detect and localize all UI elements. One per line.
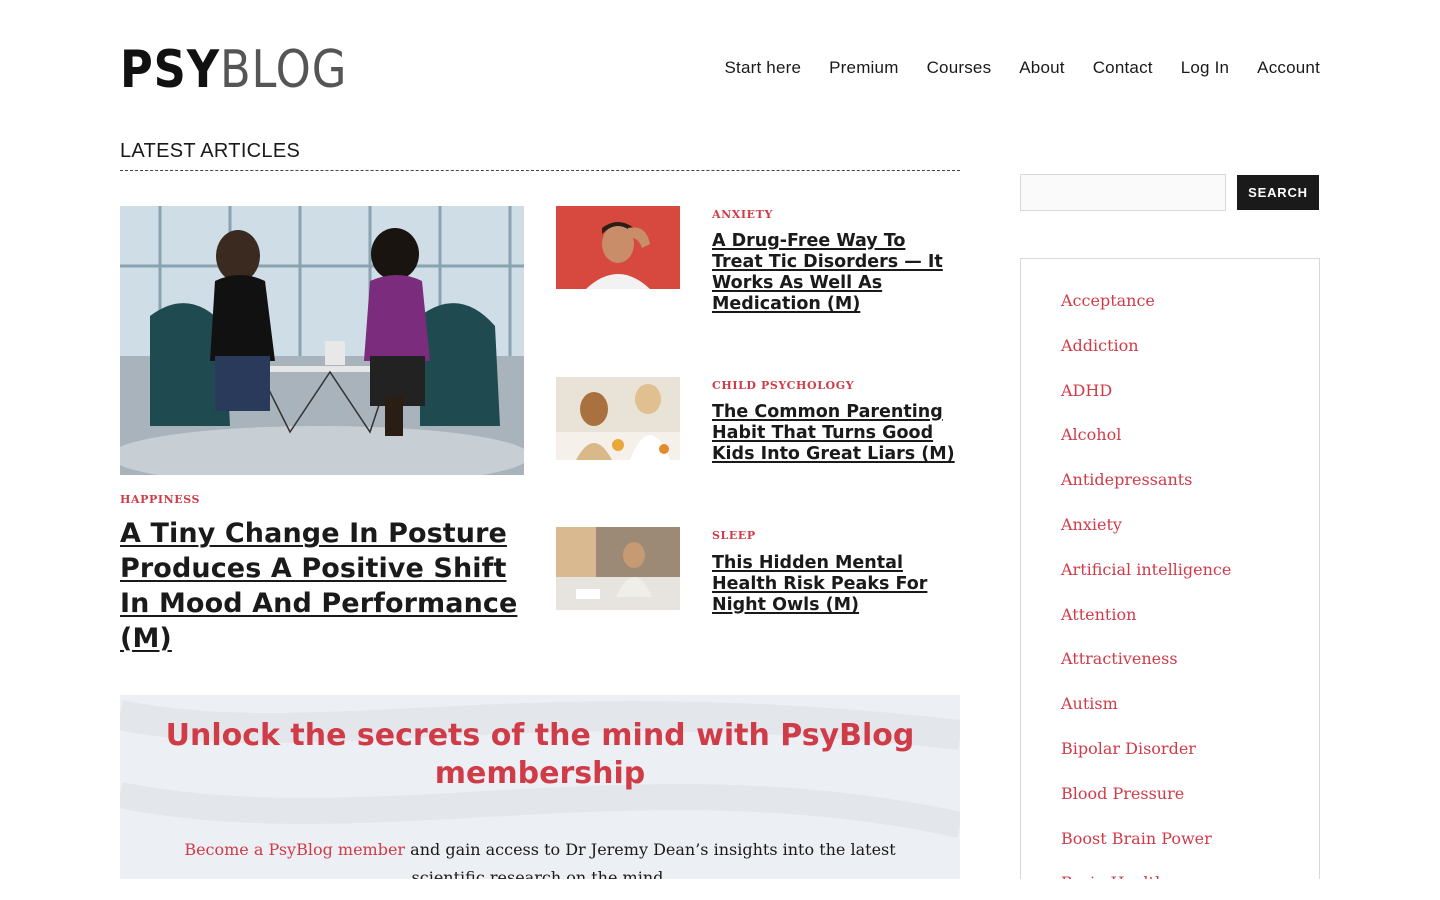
nav-courses[interactable]: Courses: [927, 58, 992, 78]
article-2-image[interactable]: [556, 377, 680, 460]
logo-blog: BLOG: [219, 40, 348, 100]
main-nav: Start here Premium Courses About Contact…: [724, 58, 1320, 78]
membership-banner: Unlock the secrets of the mind with PsyB…: [120, 695, 960, 879]
featured-article-title[interactable]: A Tiny Change In Posture Produces A Posi…: [120, 516, 524, 656]
category-link[interactable]: Acceptance: [1061, 291, 1231, 336]
article-3-category[interactable]: SLEEP: [712, 529, 756, 542]
article-1-image[interactable]: [556, 206, 680, 289]
category-link[interactable]: Alcohol: [1061, 425, 1231, 470]
membership-text: Become a PsyBlog member and gain access …: [160, 836, 920, 879]
article-2-title[interactable]: The Common Parenting Habit That Turns Go…: [712, 402, 960, 465]
category-link[interactable]: Attention: [1061, 605, 1231, 650]
nav-account[interactable]: Account: [1257, 58, 1320, 78]
featured-category[interactable]: HAPPINESS: [120, 493, 200, 506]
article-3-image[interactable]: [556, 527, 680, 610]
search-input[interactable]: [1020, 174, 1226, 211]
become-member-link[interactable]: Become a PsyBlog member: [184, 840, 405, 859]
category-link[interactable]: Blood Pressure: [1061, 784, 1231, 829]
category-link[interactable]: Antidepressants: [1061, 470, 1231, 515]
category-link[interactable]: Autism: [1061, 694, 1231, 739]
nav-premium[interactable]: Premium: [829, 58, 898, 78]
membership-title: Unlock the secrets of the mind with PsyB…: [165, 718, 915, 791]
featured-article-image[interactable]: [120, 206, 524, 475]
category-list: Acceptance Addiction ADHD Alcohol Antide…: [1061, 291, 1231, 900]
nav-start-here[interactable]: Start here: [724, 58, 801, 78]
nav-contact[interactable]: Contact: [1093, 58, 1153, 78]
category-link[interactable]: ADHD: [1061, 381, 1231, 426]
article-1-category[interactable]: ANXIETY: [712, 208, 773, 221]
categories-box: Acceptance Addiction ADHD Alcohol Antide…: [1020, 258, 1320, 900]
site-logo[interactable]: PSY BLOG: [120, 44, 347, 96]
category-link[interactable]: Bipolar Disorder: [1061, 739, 1231, 784]
nav-about[interactable]: About: [1019, 58, 1064, 78]
membership-body: and gain access to Dr Jeremy Dean’s insi…: [405, 840, 896, 879]
article-1-title[interactable]: A Drug-Free Way To Treat Tic Disorders —…: [712, 231, 960, 315]
search-button[interactable]: SEARCH: [1237, 175, 1319, 210]
latest-articles-heading: LATEST ARTICLES: [120, 140, 960, 171]
category-link[interactable]: Addiction: [1061, 336, 1231, 381]
category-link[interactable]: Boost Brain Power: [1061, 829, 1231, 874]
logo-psy: PSY: [120, 40, 220, 100]
category-link[interactable]: Anxiety: [1061, 515, 1231, 560]
category-link[interactable]: Attractiveness: [1061, 649, 1231, 694]
category-link[interactable]: Artificial intelligence: [1061, 560, 1231, 605]
article-2-category[interactable]: CHILD PSYCHOLOGY: [712, 379, 854, 392]
article-3-title[interactable]: This Hidden Mental Health Risk Peaks For…: [712, 553, 960, 616]
viewport-bottom-edge: [0, 879, 1440, 900]
nav-log-in[interactable]: Log In: [1181, 58, 1229, 78]
